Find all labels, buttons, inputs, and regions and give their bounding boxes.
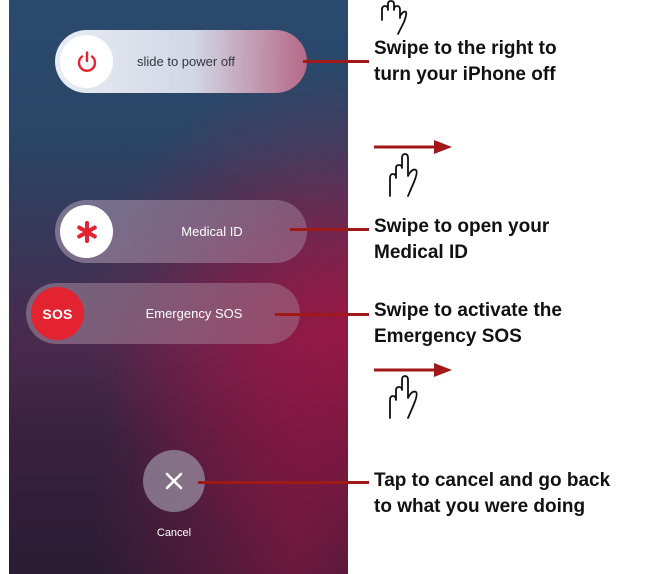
callout-line-sos	[275, 313, 369, 316]
power-off-slider[interactable]: slide to power off	[55, 30, 307, 93]
power-icon	[77, 50, 96, 72]
medical-id-label: Medical ID	[181, 224, 243, 239]
callout-cancel-line2: to what you were doing	[374, 496, 586, 517]
callout-sos-line1: Swipe to activate the	[374, 300, 562, 321]
callout-medical-line2: Medical ID	[374, 242, 468, 263]
close-icon	[165, 472, 183, 490]
callout-sos-line2: Emergency SOS	[374, 326, 522, 347]
power-off-label: slide to power off	[137, 54, 236, 69]
callout-line-cancel	[198, 481, 369, 484]
callout-line-medical	[290, 228, 369, 231]
medical-id-knob[interactable]	[60, 205, 113, 258]
medical-id-slider[interactable]: Medical ID	[55, 200, 307, 263]
swipe-gesture-top-icon	[381, 0, 408, 35]
sos-knob-text: SOS	[42, 305, 73, 322]
cancel-label: Cancel	[156, 527, 192, 539]
callout-line-power	[303, 60, 369, 63]
callout-cancel: Tap to cancel and go back to what you we…	[374, 468, 610, 520]
callout-cancel-line1: Tap to cancel and go back	[374, 470, 611, 491]
callout-medical: Swipe to open your Medical ID	[374, 214, 549, 266]
asterisk-icon	[76, 220, 97, 243]
emergency-sos-label: Emergency SOS	[145, 306, 243, 321]
emergency-sos-slider[interactable]: SOS Emergency SOS	[26, 283, 300, 344]
hand-medical-icon	[389, 153, 418, 197]
callout-medical-line1: Swipe to open your	[374, 216, 550, 237]
hand-sos-icon	[389, 375, 418, 419]
sos-knob[interactable]: SOS	[31, 287, 84, 340]
callout-power-line2: turn your iPhone off	[374, 64, 556, 85]
power-off-knob[interactable]	[60, 35, 113, 88]
callout-sos: Swipe to activate the Emergency SOS	[374, 298, 562, 350]
callout-power: Swipe to the right to turn your iPhone o…	[374, 36, 557, 88]
cancel-button[interactable]	[143, 450, 205, 512]
phone-screen: slide to power off Medical ID SOS Emerge…	[9, 0, 348, 574]
